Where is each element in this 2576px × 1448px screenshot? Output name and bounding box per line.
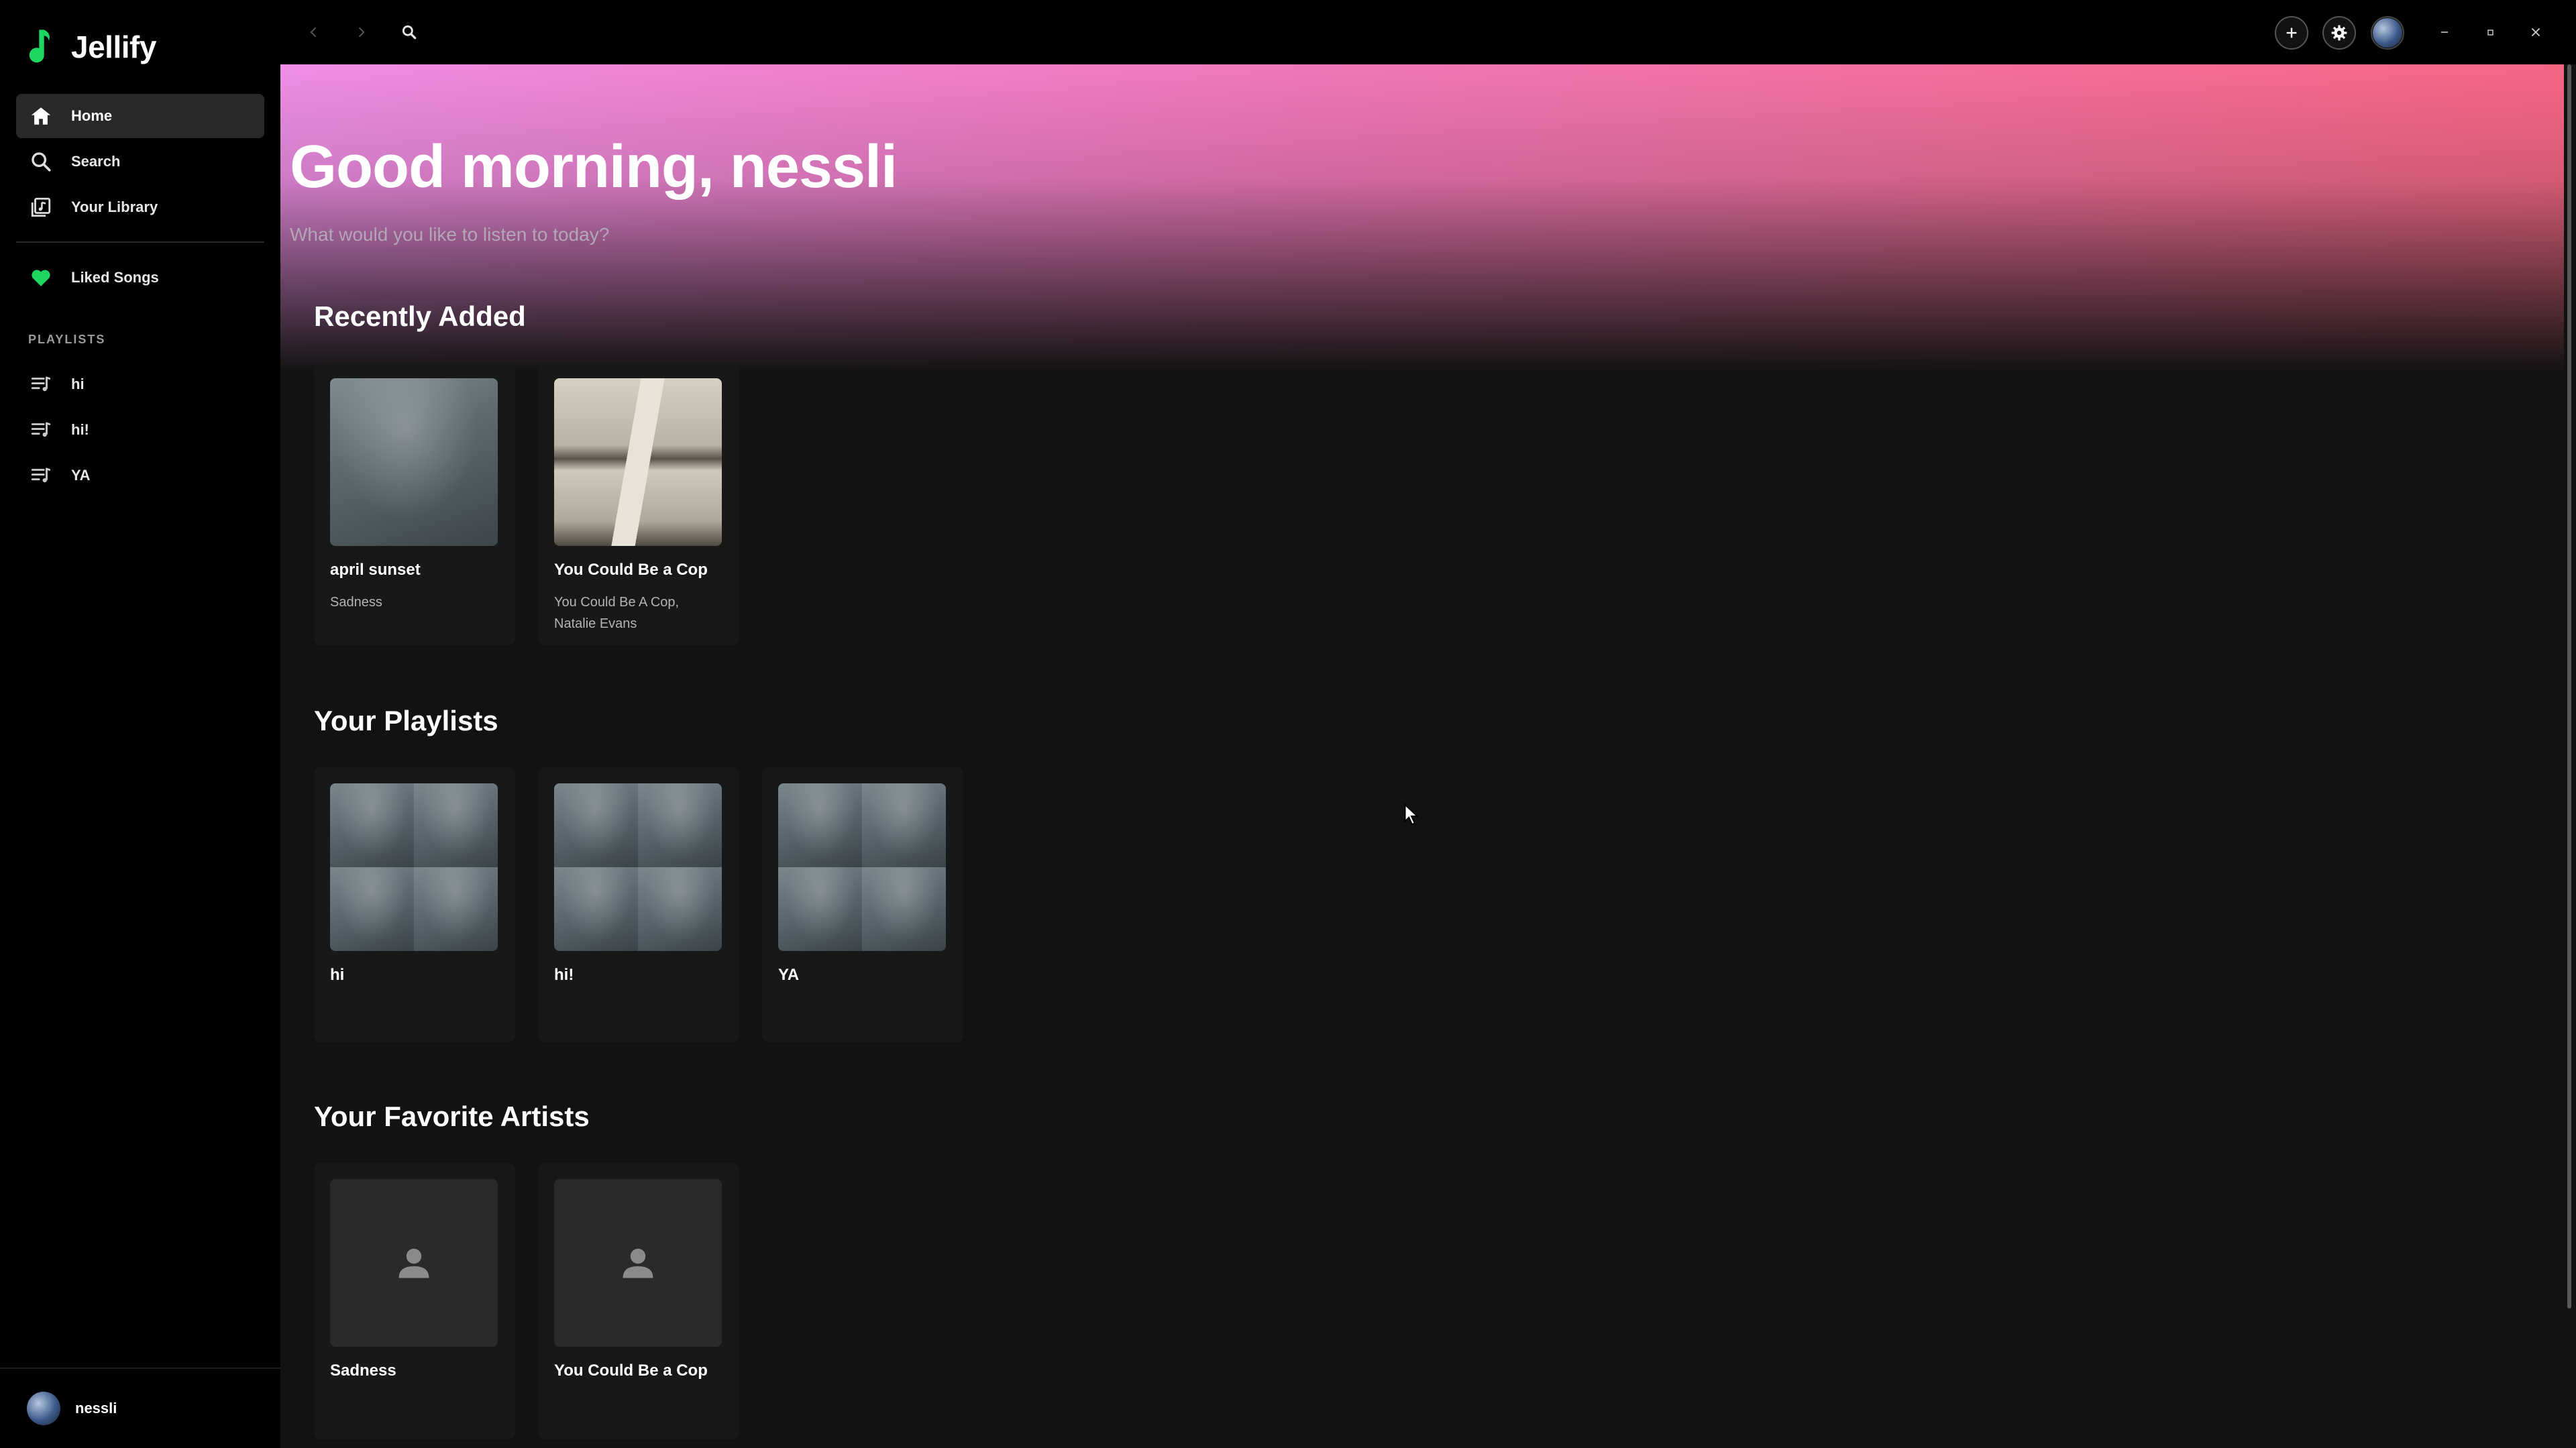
nav-search[interactable]: Search bbox=[16, 140, 264, 184]
sidebar-playlist-hi[interactable]: hi bbox=[16, 362, 264, 406]
album-cover bbox=[554, 378, 722, 546]
close-icon bbox=[2531, 27, 2540, 37]
add-icon bbox=[2286, 27, 2297, 38]
minimize-button[interactable] bbox=[2431, 19, 2458, 46]
topbar-avatar[interactable] bbox=[2371, 16, 2404, 50]
person-icon bbox=[398, 1248, 429, 1278]
main-content: Good morning, nessli What would you like… bbox=[280, 64, 2564, 1448]
music-note-icon bbox=[29, 30, 50, 63]
nav-liked-songs-label: Liked Songs bbox=[71, 269, 159, 286]
playlist-icon bbox=[31, 467, 51, 483]
add-button[interactable] bbox=[2275, 16, 2308, 50]
playlist-icon bbox=[31, 376, 51, 392]
sidebar-playlist-label: hi! bbox=[71, 421, 89, 438]
nav-library-label: Your Library bbox=[71, 199, 158, 215]
nav-home[interactable]: Home bbox=[16, 94, 264, 138]
artist-image bbox=[554, 1179, 722, 1347]
close-button[interactable] bbox=[2522, 19, 2549, 46]
settings-icon bbox=[2331, 25, 2347, 41]
recently-added-title: Recently Added bbox=[314, 300, 526, 332]
sidebar-playlist-label: hi bbox=[71, 376, 85, 392]
forward-button[interactable] bbox=[347, 19, 374, 46]
artist-card[interactable]: You Could Be a Cop bbox=[538, 1163, 739, 1439]
library-icon bbox=[31, 197, 51, 217]
sidebar-divider bbox=[16, 241, 264, 243]
playlist-card[interactable]: hi! bbox=[538, 767, 739, 1042]
search-icon bbox=[402, 25, 417, 40]
main-scrollbar[interactable] bbox=[2564, 64, 2576, 1448]
sidebar-playlist-label: YA bbox=[71, 467, 91, 484]
playlist-cover bbox=[778, 783, 946, 951]
sidebar-playlist-hi-exclaim[interactable]: hi! bbox=[16, 408, 264, 452]
user-profile-bar[interactable]: nessli bbox=[0, 1368, 280, 1448]
card-title: april sunset bbox=[330, 561, 421, 579]
avatar[interactable] bbox=[27, 1392, 60, 1425]
card-title: Sadness bbox=[330, 1361, 396, 1380]
playlists-header: PLAYLISTS bbox=[28, 333, 106, 346]
nav-search-label: Search bbox=[71, 153, 121, 170]
greeting-subtitle: What would you like to listen to today? bbox=[290, 224, 610, 245]
top-bar bbox=[280, 0, 2576, 64]
recent-card[interactable]: april sunset Sadness bbox=[314, 362, 515, 645]
avatar bbox=[2373, 18, 2402, 48]
album-cover bbox=[330, 378, 498, 546]
recent-card[interactable]: You Could Be a Cop You Could Be A Cop, N… bbox=[538, 362, 739, 645]
playlist-card[interactable]: hi bbox=[314, 767, 515, 1042]
topbar-search-button[interactable] bbox=[396, 19, 423, 46]
card-title: hi! bbox=[554, 966, 574, 984]
card-subtitle: You Could Be A Cop, Natalie Evans bbox=[554, 595, 680, 631]
playlist-cover bbox=[554, 783, 722, 951]
settings-button[interactable] bbox=[2322, 16, 2356, 50]
maximize-button[interactable] bbox=[2477, 19, 2504, 46]
card-title: hi bbox=[330, 966, 345, 984]
app-logo[interactable]: Jellify bbox=[27, 27, 156, 67]
card-title: YA bbox=[778, 966, 800, 984]
back-button[interactable] bbox=[301, 19, 327, 46]
person-icon bbox=[623, 1248, 653, 1278]
forward-icon bbox=[358, 27, 365, 38]
back-icon bbox=[310, 27, 317, 38]
sidebar-playlist-ya[interactable]: YA bbox=[16, 453, 264, 498]
nav-home-label: Home bbox=[71, 107, 113, 124]
artist-image bbox=[330, 1179, 498, 1347]
heart-icon bbox=[32, 270, 50, 286]
playlist-cover bbox=[330, 783, 498, 951]
greeting: Good morning, nessli bbox=[290, 133, 898, 201]
card-subtitle: Sadness bbox=[330, 595, 382, 610]
sidebar: Jellify Home Search Your Library Liked S… bbox=[0, 0, 280, 1448]
favorite-artists-title: Your Favorite Artists bbox=[314, 1101, 590, 1132]
home-icon bbox=[31, 107, 51, 125]
mouse-cursor-icon bbox=[1404, 803, 1419, 826]
maximize-icon bbox=[2487, 30, 2493, 36]
playlist-card[interactable]: YA bbox=[762, 767, 963, 1042]
playlist-icon bbox=[31, 422, 51, 437]
app-name: Jellify bbox=[71, 30, 156, 64]
nav-liked-songs[interactable]: Liked Songs bbox=[16, 256, 264, 300]
minimize-icon bbox=[2441, 32, 2448, 33]
your-playlists-title: Your Playlists bbox=[314, 705, 498, 736]
nav-library[interactable]: Your Library bbox=[16, 185, 264, 229]
artist-card[interactable]: Sadness bbox=[314, 1163, 515, 1439]
search-icon bbox=[32, 152, 51, 172]
user-name: nessli bbox=[75, 1400, 117, 1416]
card-title: You Could Be a Cop bbox=[554, 561, 708, 579]
scrollbar-thumb[interactable] bbox=[2567, 64, 2571, 1308]
card-title: You Could Be a Cop bbox=[554, 1361, 708, 1380]
